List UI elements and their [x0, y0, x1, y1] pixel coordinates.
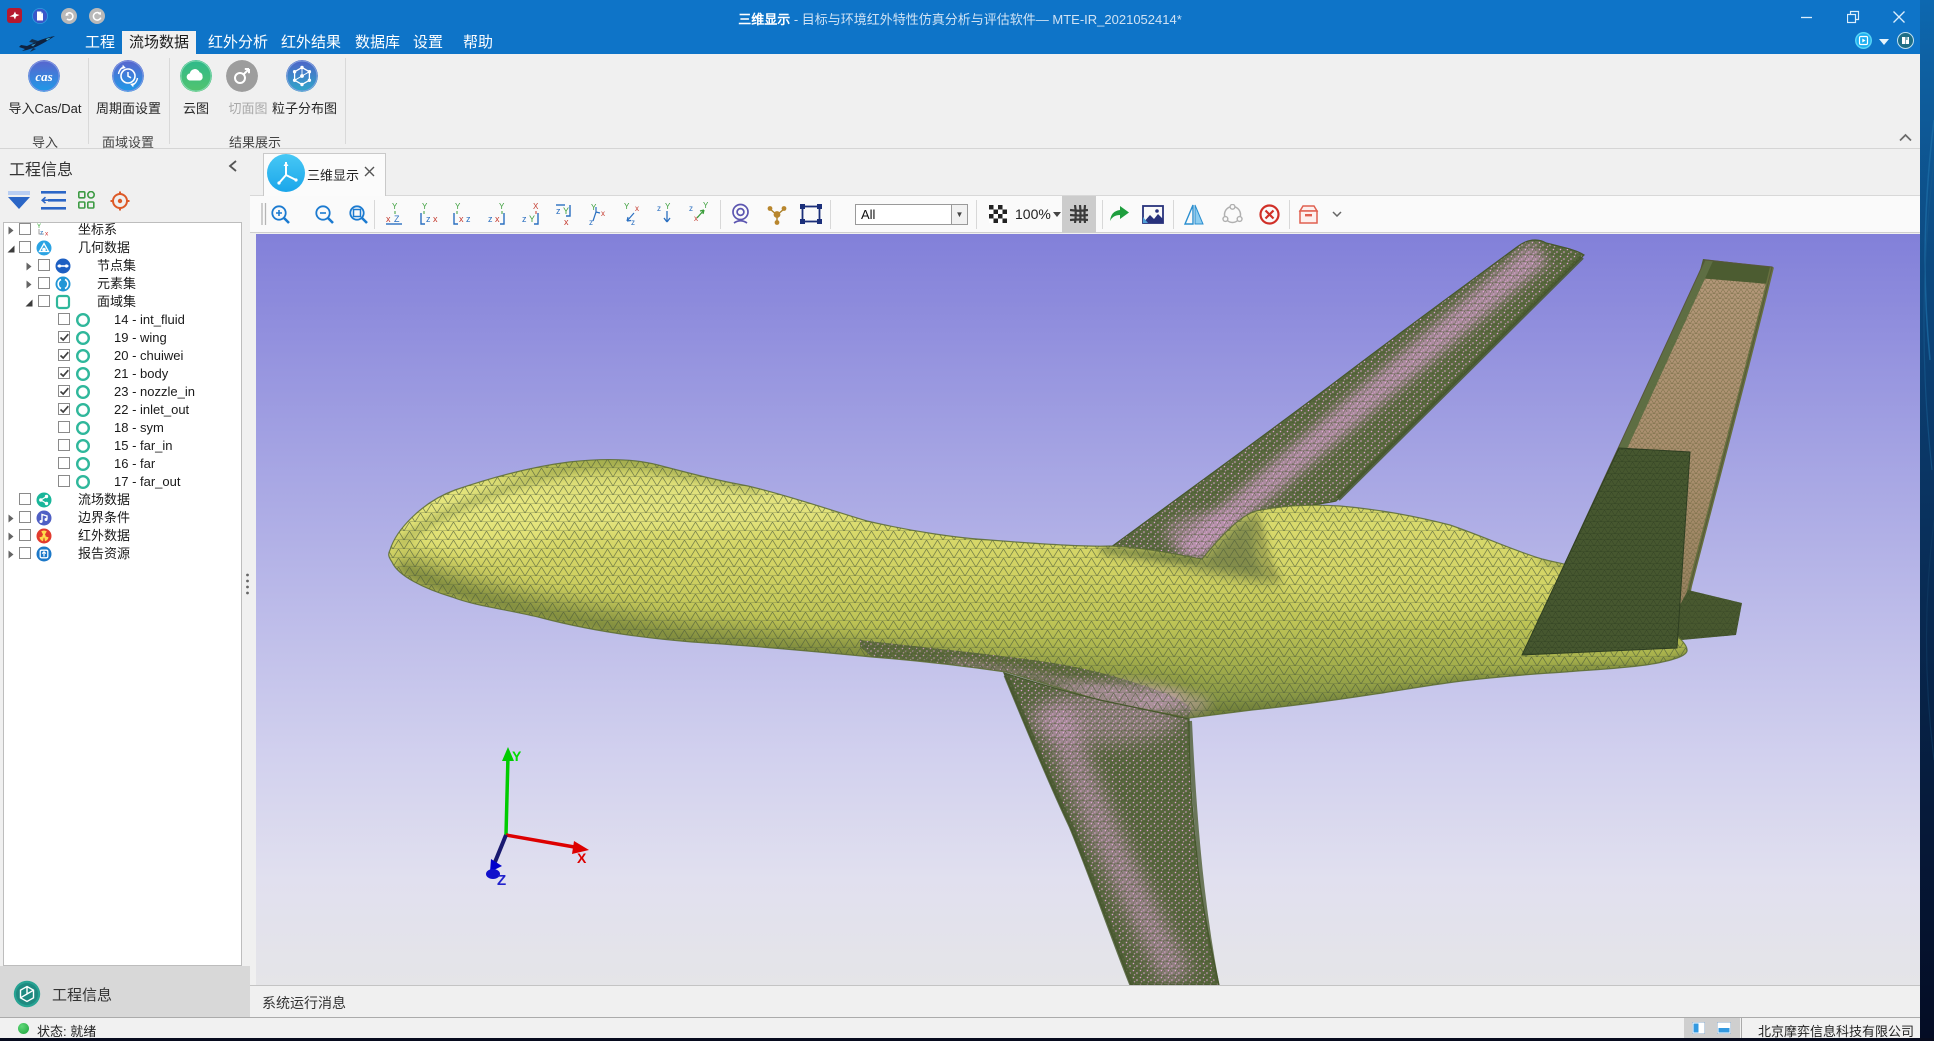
- svg-text:x: x: [459, 214, 464, 224]
- svg-text:Y: Y: [703, 201, 708, 210]
- svg-text:z: z: [488, 214, 493, 224]
- svg-text:Y: Y: [422, 202, 428, 211]
- svg-text:Y: Y: [499, 202, 505, 211]
- svg-text:z: z: [556, 206, 561, 216]
- svg-text:Y: Y: [512, 748, 522, 764]
- svg-text:X: X: [577, 850, 587, 866]
- svg-text:z: z: [466, 214, 471, 224]
- svg-text:x: x: [386, 214, 391, 224]
- svg-text:z: z: [426, 214, 431, 224]
- svg-text:x: x: [564, 217, 569, 227]
- svg-text:Y: Y: [563, 206, 569, 216]
- svg-text:Y: Y: [392, 202, 398, 211]
- svg-text:z: z: [40, 230, 43, 237]
- svg-text:z: z: [631, 218, 635, 227]
- svg-text:Z: Z: [497, 872, 506, 889]
- svg-text:Y: Y: [529, 214, 535, 224]
- svg-text:Y: Y: [624, 202, 630, 211]
- svg-text:Z: Z: [394, 214, 400, 224]
- svg-text:x: x: [635, 204, 639, 213]
- svg-text:x: x: [495, 214, 500, 224]
- svg-text:Y: Y: [665, 202, 671, 211]
- svg-text:z: z: [522, 214, 527, 224]
- svg-text:z: z: [589, 218, 593, 227]
- svg-text:x: x: [694, 214, 698, 223]
- svg-text:x: x: [601, 209, 605, 218]
- svg-text:x: x: [45, 231, 49, 238]
- svg-text:Y: Y: [455, 202, 461, 211]
- svg-text:cas: cas: [35, 69, 52, 84]
- svg-text:z: z: [689, 204, 693, 213]
- svg-text:x: x: [433, 214, 438, 224]
- svg-text:X: X: [533, 202, 539, 211]
- svg-text:z: z: [657, 204, 661, 213]
